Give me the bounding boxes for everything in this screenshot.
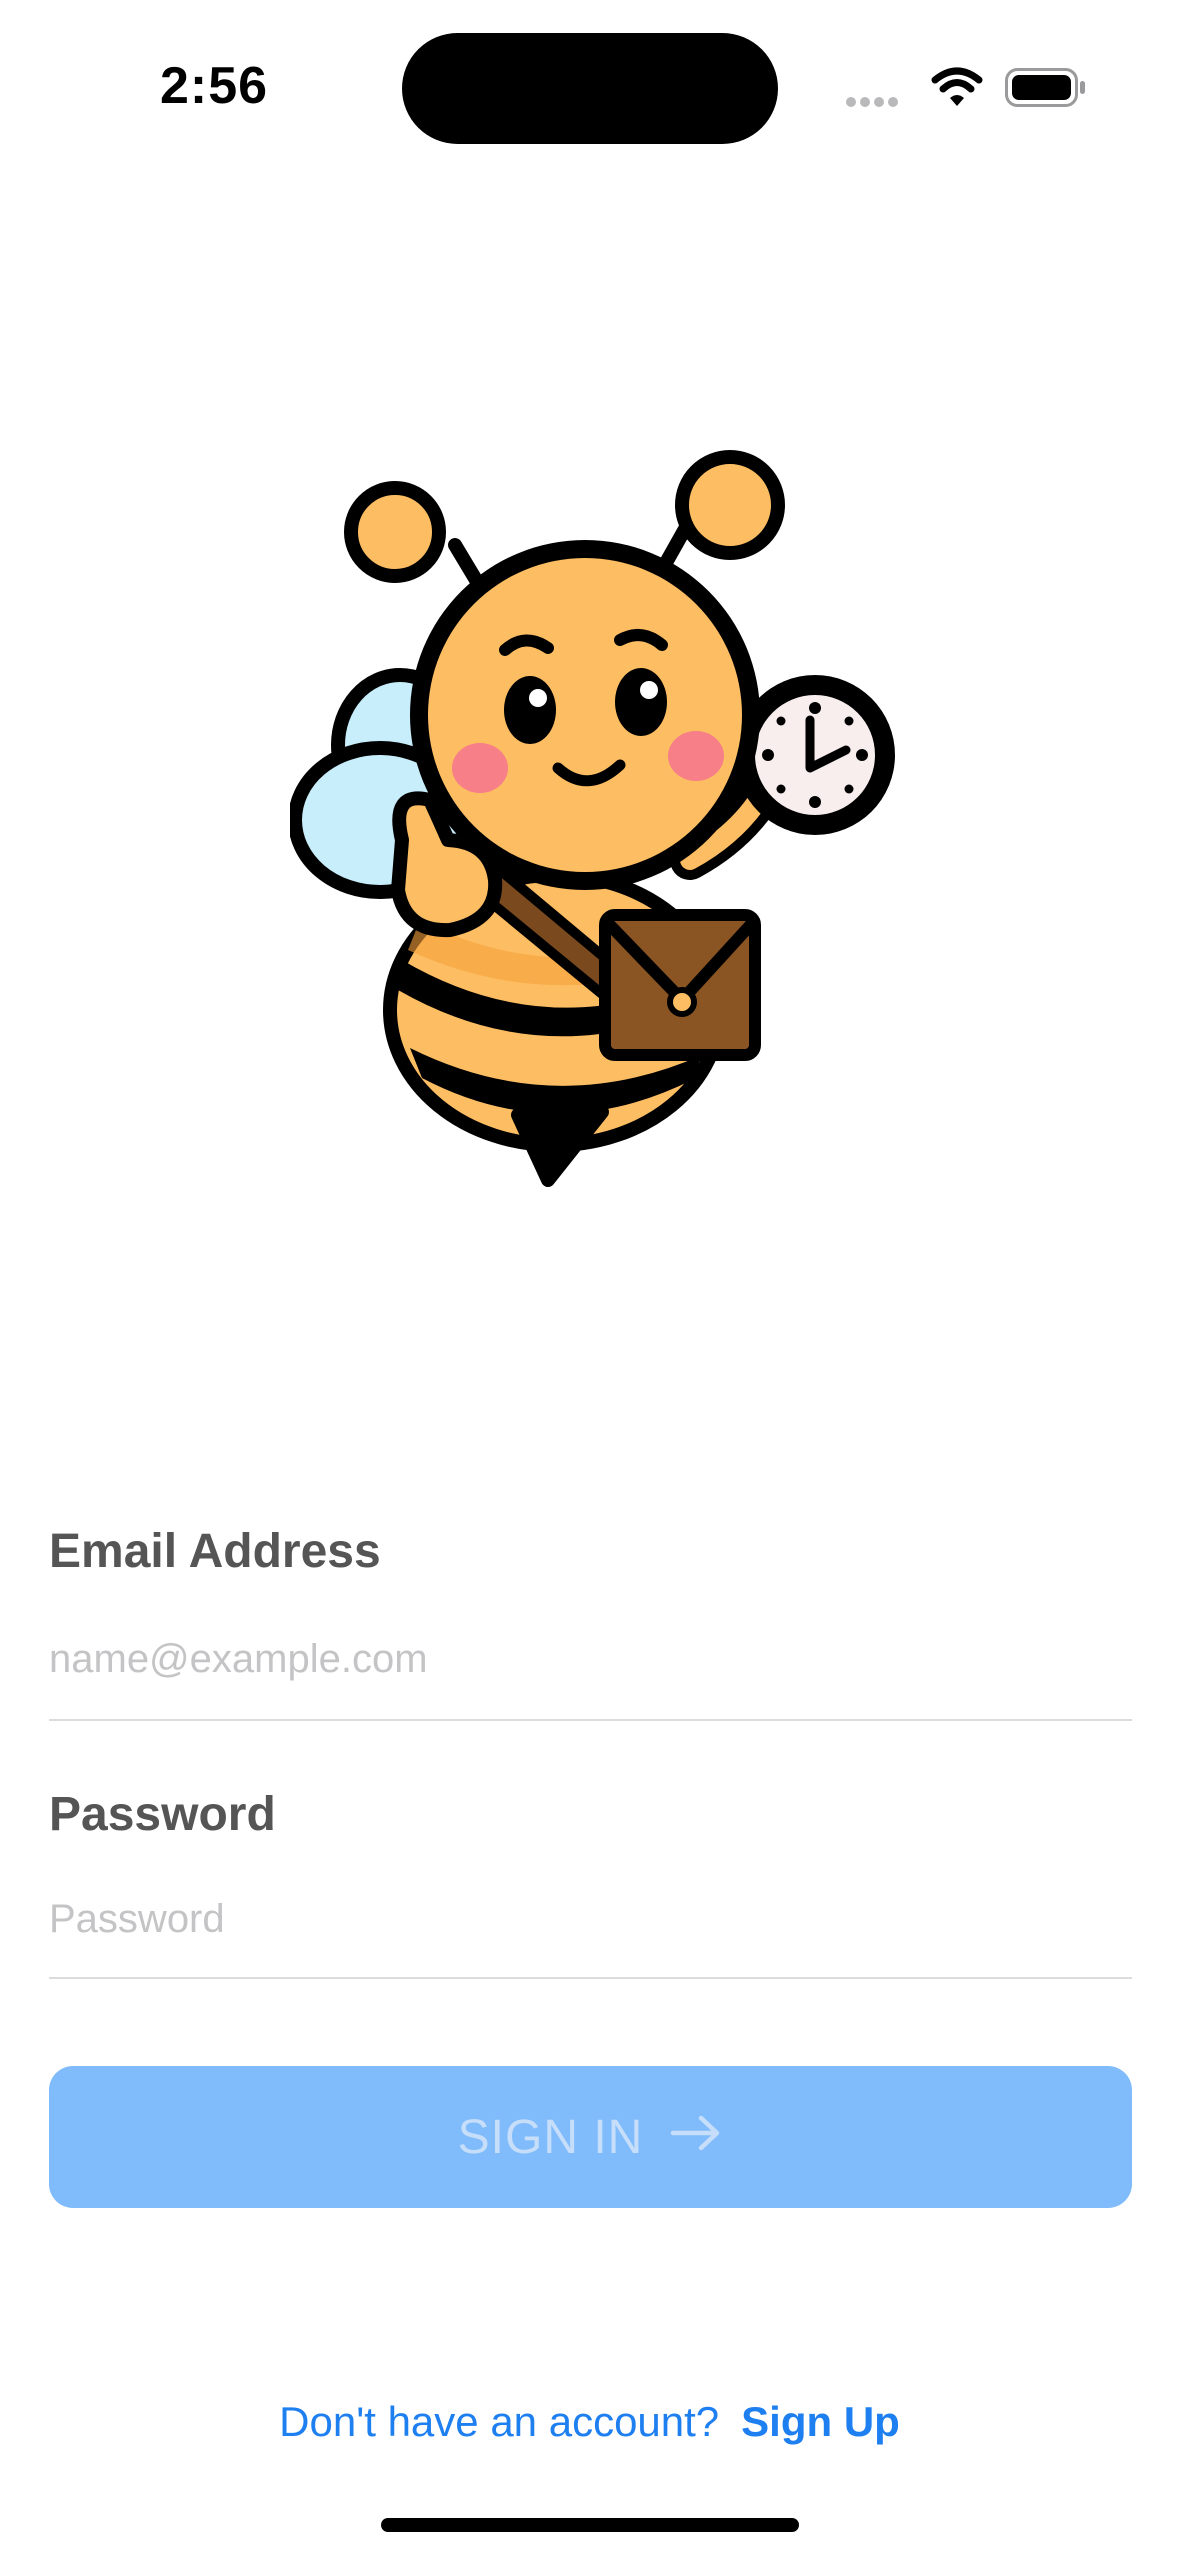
password-label: Password: [49, 1788, 276, 1841]
arrow-right-icon: [669, 2110, 723, 2165]
email-divider: [49, 1719, 1132, 1721]
signup-question: Don't have an account?: [279, 2398, 720, 2445]
status-time: 2:56: [160, 57, 269, 115]
signal-dots-icon: [846, 97, 898, 107]
wifi-icon: [931, 67, 983, 106]
email-label: Email Address: [49, 1525, 381, 1578]
password-divider: [49, 1977, 1132, 1979]
signup-prompt: Don't have an account? Sign Up: [0, 2398, 1179, 2446]
sign-up-link[interactable]: Sign Up: [741, 2398, 900, 2445]
dynamic-island: [402, 33, 778, 144]
sign-in-button[interactable]: SIGN IN: [49, 2066, 1132, 2208]
email-field[interactable]: [49, 1624, 1132, 1694]
status-bar: 2:56: [0, 0, 1179, 170]
bee-mascot-illustration: [288, 450, 930, 1190]
password-field[interactable]: [49, 1884, 1132, 1954]
home-indicator[interactable]: [381, 2518, 799, 2532]
status-icons: [845, 66, 1085, 110]
sign-in-label: SIGN IN: [457, 2110, 644, 2164]
battery-icon: [1005, 68, 1085, 107]
